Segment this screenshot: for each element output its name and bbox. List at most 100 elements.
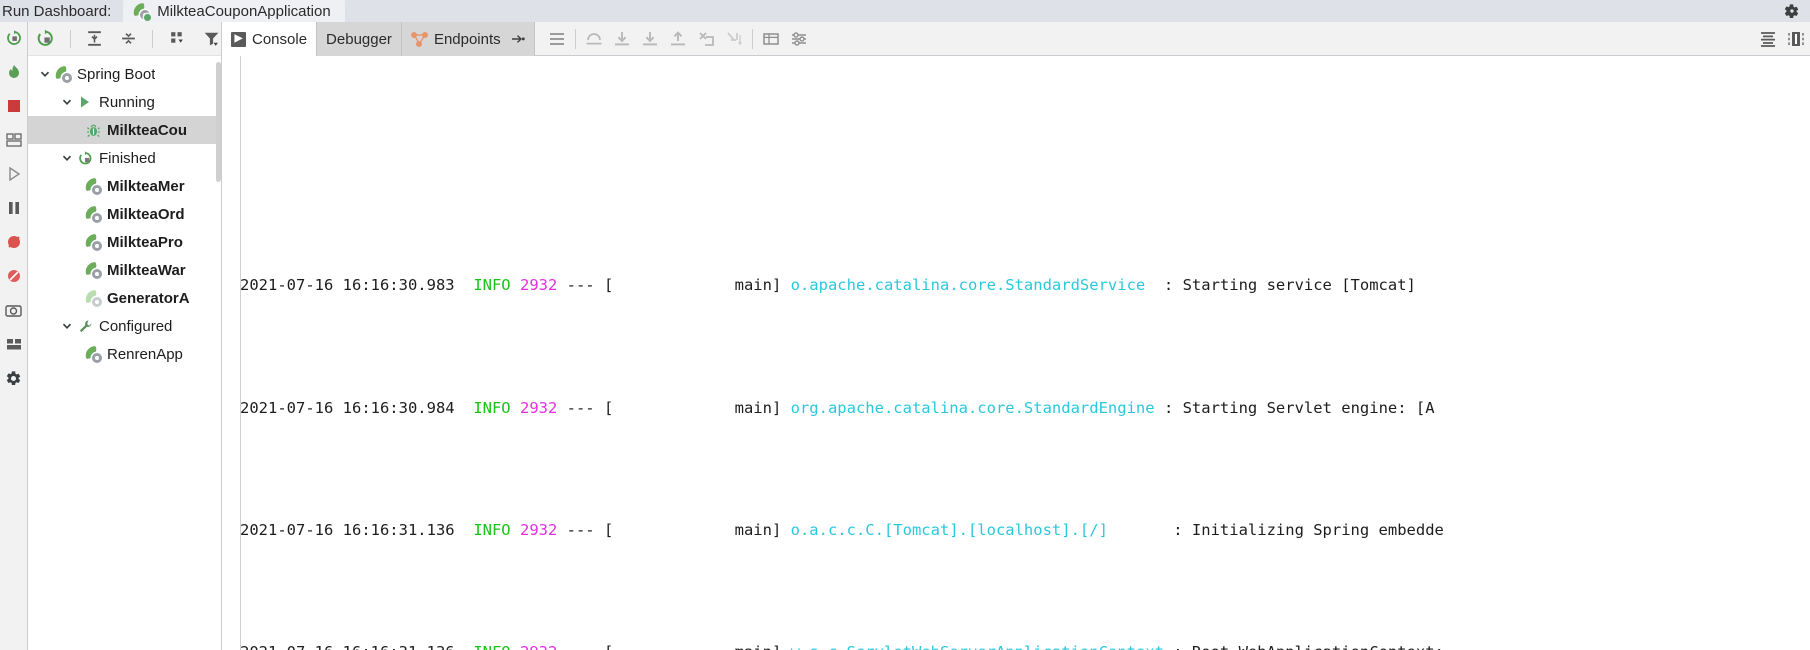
console-toolbar-buttons [535, 22, 813, 55]
tab-console-label: Console [252, 30, 308, 48]
log-thread: main] [734, 398, 782, 417]
tree-node-label: RenrenApp [107, 345, 183, 363]
endpoints-icon [410, 31, 428, 47]
settings-gear-button[interactable] [1783, 2, 1810, 20]
log-line: 2021-07-16 16:16:31.136 INFO 2932 --- [ … [240, 520, 1444, 539]
pause-icon[interactable] [4, 198, 24, 218]
run-to-cursor-button[interactable] [692, 22, 720, 56]
step-over-button[interactable] [580, 22, 608, 56]
console-output-panel[interactable]: 2021-07-16 16:16:30.983 INFO 2932 --- [ … [222, 56, 1810, 650]
debug-bug-icon [84, 123, 102, 138]
evaluate-expression-button[interactable] [757, 22, 785, 56]
soft-wrap-button[interactable] [1754, 22, 1782, 56]
rerun-icon [76, 150, 94, 166]
log-line: 2021-07-16 16:16:30.984 INFO 2932 --- [ … [240, 398, 1435, 417]
tree-node-spring-boot[interactable]: Spring Boot [28, 60, 221, 88]
tree-node-running[interactable]: Running [28, 88, 221, 116]
log-timestamp: 2021-07-16 16:16:30.984 [240, 398, 455, 417]
force-step-into-button[interactable] [636, 22, 664, 56]
gear-icon-shape [1784, 3, 1799, 18]
settings-button[interactable] [785, 22, 813, 56]
log-line: 2021-07-16 16:16:31.136 INFO 2932 --- [ … [240, 637, 1810, 650]
camera-icon[interactable] [4, 300, 24, 320]
layout-split-button[interactable] [1782, 22, 1810, 56]
tree-node-label: Configured [99, 317, 173, 335]
tree-node-label: MilkteaWar [107, 261, 186, 279]
tree-node-renren-app[interactable]: RenrenApp [28, 340, 221, 368]
run-dashboard-tree: Spring Boot Running MilkteaCou Finished [28, 56, 221, 368]
layout-icon[interactable] [4, 130, 24, 150]
drop-frame-button[interactable] [720, 22, 748, 56]
tab-debugger-label: Debugger [326, 30, 392, 48]
tree-node-milktea-coupon[interactable]: MilkteaCou [28, 116, 221, 144]
tree-node-label: Running [99, 93, 155, 111]
chevron-down-icon[interactable] [36, 68, 54, 80]
tree-node-label: MilkteaPro [107, 233, 183, 251]
intellij-run-dashboard-window: Run Dashboard: MilkteaCouponApplication [0, 0, 1810, 650]
grid-icon[interactable] [4, 334, 24, 354]
step-out-button[interactable] [664, 22, 692, 56]
tree-node-label: MilkteaMer [107, 177, 185, 195]
tree-node-milktea-ware[interactable]: MilkteaWar [28, 256, 221, 284]
toolbar-separator [69, 29, 71, 48]
chevron-down-icon[interactable] [58, 320, 76, 332]
flame-icon[interactable] [4, 62, 24, 82]
tree-node-label: MilkteaCou [107, 121, 188, 139]
spring-boot-icon [83, 345, 102, 363]
chevron-down-icon[interactable] [58, 152, 76, 164]
tab-endpoints[interactable]: Endpoints [401, 22, 535, 56]
run-dashboard-tree-panel: Spring Boot Running MilkteaCou Finished [28, 22, 222, 650]
chevron-down-icon[interactable] [58, 96, 76, 108]
settings-icon[interactable] [4, 368, 24, 388]
tree-node-generator-app[interactable]: GeneratorA [28, 284, 221, 312]
log-logger: o.a.c.c.C.[Tomcat].[localhost].[/] [790, 520, 1108, 539]
filter-button[interactable] [201, 29, 221, 49]
tree-node-milktea-product[interactable]: MilkteaPro [28, 228, 221, 256]
console-gutter [222, 56, 241, 650]
tree-node-label: GeneratorA [107, 289, 190, 307]
step-into-button[interactable] [608, 22, 636, 56]
log-thread: main] [735, 643, 782, 650]
tree-node-label: MilkteaOrd [107, 205, 185, 223]
stop-icon[interactable] [4, 96, 24, 116]
run-configuration-tab[interactable]: MilkteaCouponApplication [123, 0, 345, 22]
log-message: : Root WebApplicationContext: [1173, 643, 1444, 650]
tree-node-milktea-member[interactable]: MilkteaMer [28, 172, 221, 200]
tree-toolbar [28, 22, 221, 56]
rerun-icon[interactable] [4, 28, 24, 48]
log-message: : Initializing Spring embedde [1173, 520, 1444, 539]
spring-boot-running-icon [132, 2, 152, 21]
console-log-lines: 2021-07-16 16:16:30.983 INFO 2932 --- [ … [240, 56, 1810, 650]
spring-boot-icon [83, 177, 102, 195]
tab-debugger[interactable]: Debugger [317, 22, 402, 56]
log-level: INFO [473, 398, 511, 417]
spring-boot-icon [83, 205, 102, 223]
mute-breakpoints-icon[interactable] [4, 232, 24, 252]
tree-node-milktea-order[interactable]: MilkteaOrd [28, 200, 221, 228]
log-logger: o.apache.catalina.core.StandardService [790, 276, 1146, 295]
tree-node-label: Finished [99, 149, 156, 167]
view-breakpoints-icon[interactable] [4, 266, 24, 286]
log-logger: org.apache.catalina.core.StandardEngine [790, 398, 1155, 417]
toolbar-separator-2 [152, 29, 154, 48]
menu-button[interactable] [543, 22, 571, 56]
run-triangle-icon [76, 95, 94, 109]
log-level: INFO [473, 643, 510, 650]
log-thread: main] [734, 276, 782, 295]
resume-icon[interactable] [4, 164, 24, 184]
tree-node-configured[interactable]: Configured [28, 312, 221, 340]
group-by-button[interactable] [167, 29, 187, 49]
tree-node-finished[interactable]: Finished [28, 144, 221, 172]
spring-boot-icon [83, 261, 102, 279]
log-pid: 2932 [520, 643, 557, 650]
console-toolbar: ▶ Console Debugger Endpoints [222, 22, 1810, 56]
collapse-all-button[interactable] [119, 29, 139, 49]
log-line: 2021-07-16 16:16:30.983 INFO 2932 --- [ … [240, 276, 1416, 295]
tree-scrollbar[interactable] [216, 62, 221, 182]
log-timestamp: 2021-07-16 16:16:30.983 [240, 276, 455, 295]
expand-all-button[interactable] [85, 29, 105, 49]
log-level: INFO [473, 520, 511, 539]
detach-icon[interactable] [511, 33, 525, 45]
tab-console[interactable]: ▶ Console [222, 22, 318, 56]
rerun-button[interactable] [36, 29, 56, 49]
